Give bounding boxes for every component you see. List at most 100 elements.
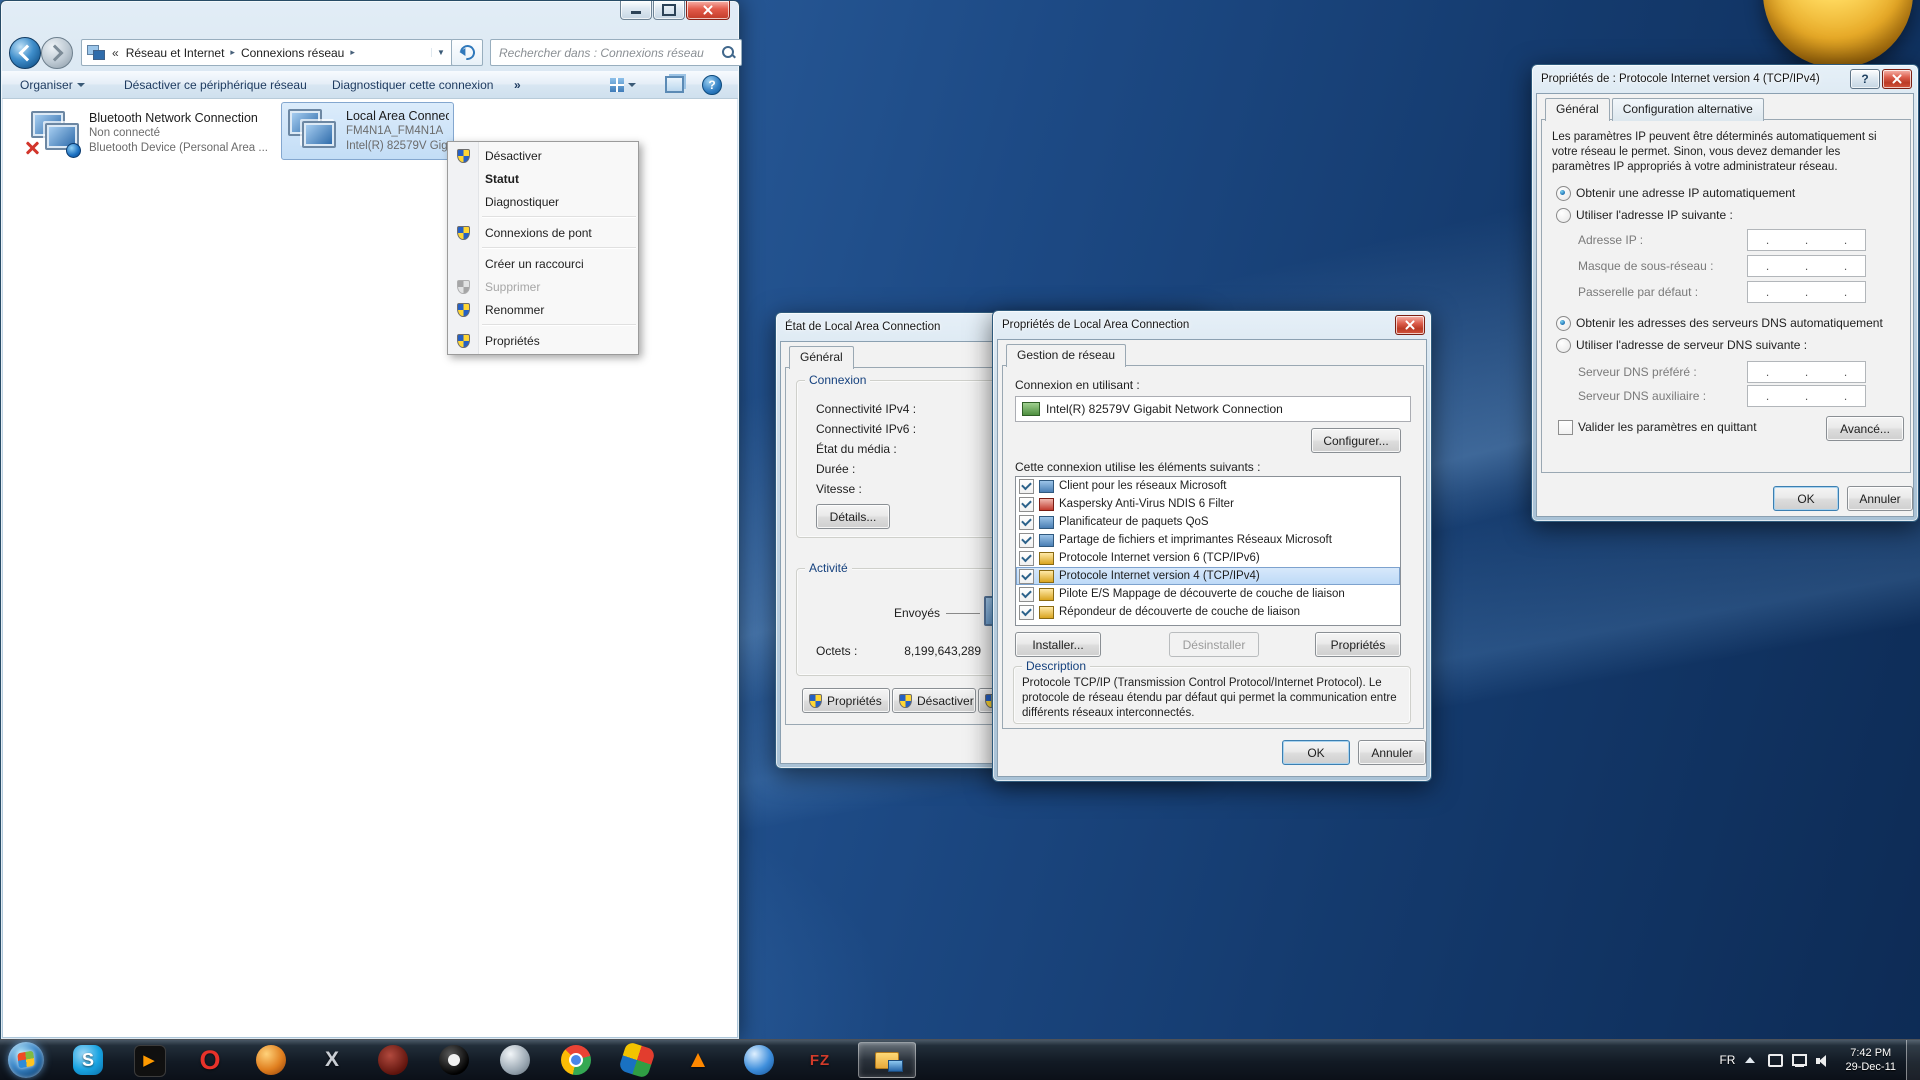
toolbar-overflow-button[interactable]: » [514,71,521,98]
checkbox-checked[interactable] [1019,587,1034,602]
network-tray-icon[interactable] [1791,1052,1808,1069]
breadcrumb-overflow[interactable]: « [108,43,121,63]
ok-button[interactable]: OK [1773,486,1839,511]
tab-alternate-configuration[interactable]: Configuration alternative [1612,98,1764,121]
connection-name: Local Area Connection [346,108,449,124]
configure-button[interactable]: Configurer... [1311,428,1401,453]
menu-item-create-shortcut[interactable]: Créer un raccourci [448,252,638,275]
volume-tray-icon[interactable] [1815,1052,1832,1069]
tab-general[interactable]: Général [789,346,854,369]
taskbar-icon-opera[interactable]: O [190,1040,230,1080]
connection-item-bluetooth[interactable]: Bluetooth Network Connection Non connect… [25,105,285,161]
taskbar-icon-blue-sphere[interactable] [739,1040,779,1080]
taskbar-icon-media-player[interactable]: ▶ [129,1040,169,1080]
checkbox-checked[interactable] [1019,569,1034,584]
checkbox-checked[interactable] [1019,497,1034,512]
taskbar-clock[interactable]: 7:42 PM 29-Dec-11 [1845,1046,1896,1074]
close-button[interactable] [686,1,730,20]
help-button[interactable]: ? [1850,69,1880,89]
status-properties-button[interactable]: Propriétés [802,688,890,713]
preview-pane-button[interactable] [665,71,684,98]
details-button[interactable]: Détails... [816,504,890,529]
protocol-list-item[interactable]: Pilote E/S Mappage de découverte de couc… [1016,585,1400,603]
protocol-list[interactable]: Client pour les réseaux Microsoft Kasper… [1015,476,1401,626]
protocol-list-item[interactable]: Client pour les réseaux Microsoft [1016,477,1400,495]
tab-general[interactable]: Général [1545,98,1610,121]
taskbar-icon-pinwheel-app[interactable] [617,1040,657,1080]
show-hidden-icons-button[interactable] [1745,1057,1755,1063]
start-button[interactable] [8,1042,44,1078]
checkbox-checked[interactable] [1019,605,1034,620]
breadcrumb-network-internet[interactable]: Réseau et Internet [121,43,230,63]
address-bar[interactable]: « Réseau et Internet ▸ Connexions réseau… [81,39,453,66]
language-indicator[interactable]: FR [1719,1053,1735,1067]
checkbox-checked[interactable] [1019,551,1034,566]
ok-button[interactable]: OK [1282,740,1350,765]
protocol-list-item[interactable]: Planificateur de paquets QoS [1016,513,1400,531]
menu-item-status[interactable]: Statut [448,167,638,190]
cancel-button[interactable]: Annuler [1847,486,1913,511]
change-view-button[interactable] [610,71,636,98]
radio-auto-dns[interactable] [1556,316,1571,331]
connection-item-lan[interactable]: Local Area Connection FM4N1A_FM4N1A Inte… [281,102,454,160]
protocol-list-item[interactable]: Répondeur de découverte de couche de lia… [1016,603,1400,621]
checkbox-checked[interactable] [1019,533,1034,548]
taskbar-icon-chrome[interactable] [556,1040,596,1080]
close-button[interactable] [1882,69,1912,89]
disable-device-button[interactable]: Désactiver ce périphérique réseau [124,71,307,98]
taskbar-icon-vlc[interactable]: ▲ [678,1040,718,1080]
system-tray: FR 7:42 PM 29-Dec-11 [1719,1040,1920,1080]
taskbar-icon-skype[interactable]: S [68,1040,108,1080]
minimize-button[interactable] [620,1,652,20]
validate-checkbox[interactable] [1558,420,1573,435]
taskbar-icon-x-app[interactable]: X [312,1040,352,1080]
protocol-list-item[interactable]: Partage de fichiers et imprimantes Résea… [1016,531,1400,549]
taskbar-icon-recorder[interactable] [434,1040,474,1080]
protocol-properties-button[interactable]: Propriétés [1315,632,1401,657]
back-button[interactable] [9,37,41,69]
tab-networking[interactable]: Gestion de réseau [1006,344,1126,367]
diagnose-connection-button[interactable]: Diagnostiquer cette connexion [332,71,493,98]
show-desktop-button[interactable] [1906,1040,1920,1080]
validate-label: Valider les paramètres en quittant [1578,420,1757,434]
refresh-button[interactable] [451,39,483,66]
checkbox-checked[interactable] [1019,515,1034,530]
install-button[interactable]: Installer... [1015,632,1101,657]
sent-label: Envoyés [894,606,940,620]
protocol-list-item[interactable]: Protocole Internet version 6 (TCP/IPv6) [1016,549,1400,567]
radio-manual-ip[interactable] [1556,208,1571,223]
menu-item-disable[interactable]: Désactiver [448,144,638,167]
uac-shield-icon [457,149,470,163]
close-button[interactable] [1395,315,1425,335]
tablet-tray-icon[interactable] [1767,1052,1784,1069]
radio-auto-ip[interactable] [1556,186,1571,201]
taskbar-icon-browser-globe[interactable] [251,1040,291,1080]
status-disable-button[interactable]: Désactiver [892,688,976,713]
advanced-button[interactable]: Avancé... [1826,416,1904,441]
forward-button[interactable] [41,37,73,69]
menu-item-bridge[interactable]: Connexions de pont [448,221,638,244]
search-input[interactable] [497,45,722,61]
taskbar-icon-filezilla[interactable]: FZ [800,1040,840,1080]
protocol-icon [1039,534,1054,547]
cancel-button[interactable]: Annuler [1358,740,1426,765]
windows-logo-icon [17,1051,34,1069]
description-group: Description Protocole TCP/IP (Transmissi… [1013,666,1411,724]
menu-item-properties[interactable]: Propriétés [448,329,638,352]
taskbar-icon-media-player-classic[interactable] [373,1040,413,1080]
radio-manual-dns[interactable] [1556,338,1571,353]
maximize-button[interactable] [653,1,685,20]
checkbox-checked[interactable] [1019,479,1034,494]
organize-menu[interactable]: Organiser [20,71,85,98]
taskbar-icon-silver-globe[interactable] [495,1040,535,1080]
menu-item-rename[interactable]: Renommer [448,298,638,321]
subnet-mask-input: ... [1747,255,1866,277]
taskbar-window-network-connections[interactable] [858,1042,916,1078]
address-dropdown-icon[interactable]: ▼ [431,48,450,57]
protocol-list-item[interactable]: Kaspersky Anti-Virus NDIS 6 Filter [1016,495,1400,513]
menu-item-diagnose[interactable]: Diagnostiquer [448,190,638,213]
protocol-list-item-selected[interactable]: Protocole Internet version 4 (TCP/IPv4) [1016,567,1400,585]
clock-gadget[interactable] [1763,0,1913,68]
help-button[interactable]: ? [702,75,722,95]
breadcrumb-network-connections[interactable]: Connexions réseau [236,43,349,63]
